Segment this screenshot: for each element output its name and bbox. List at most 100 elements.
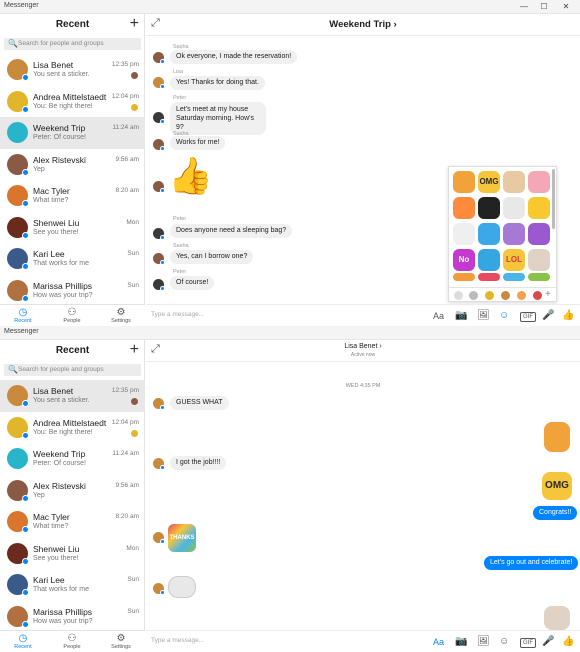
conversation-name: Kari Lee (33, 249, 65, 259)
sticker-item[interactable]: OMG (478, 171, 500, 193)
conversation-item[interactable]: Andrea Mittelstaedt You: Be right there!… (0, 412, 145, 444)
sticker-item[interactable] (478, 249, 500, 271)
camera-icon[interactable]: 📷 (455, 635, 467, 649)
sticker-scrollbar[interactable] (552, 169, 555, 229)
sticker-pack-tab[interactable] (501, 291, 510, 300)
conversation-time: Sun (127, 281, 139, 289)
nav-people[interactable]: ⚇ People (52, 633, 92, 650)
search-input[interactable]: 🔍 Search for people and groups (4, 364, 141, 376)
sticker-icon[interactable]: ☺ (499, 635, 509, 649)
like-icon[interactable]: 👍 (562, 309, 574, 323)
add-sticker-pack-icon[interactable]: + (545, 289, 551, 300)
message-bubble[interactable]: Yes! Thanks for doing that. (170, 76, 265, 90)
gif-icon[interactable]: GIF (520, 638, 536, 648)
sticker-pack-tab[interactable] (517, 291, 526, 300)
conversation-item-active[interactable]: Lisa Benet You sent a sticker. 12:35 pm (0, 380, 145, 412)
sticker-item[interactable] (503, 223, 525, 245)
sticker-recent-tab-icon[interactable] (454, 291, 463, 300)
nav-people[interactable]: ⚇ People (52, 307, 92, 324)
text-format-icon[interactable]: Aa (433, 309, 444, 323)
sticker-item[interactable] (503, 273, 525, 281)
conversation-item[interactable]: Marissa Phillips How was your trip? Sun (0, 275, 145, 307)
sticker-item[interactable]: LOL (503, 249, 525, 271)
sticker-item[interactable] (528, 197, 550, 219)
text-format-icon[interactable]: Aa (433, 635, 444, 649)
messenger-badge-icon (22, 231, 29, 239)
messenger-badge-icon (160, 235, 165, 240)
chat-title[interactable]: Weekend Trip › (146, 19, 580, 30)
search-input[interactable]: 🔍 Search for people and groups (4, 38, 141, 50)
sticker-item[interactable] (478, 273, 500, 281)
microphone-icon[interactable]: 🎤 (542, 635, 554, 649)
conversation-item[interactable]: Kari Lee That works for me Sun (0, 569, 145, 601)
conversation-item[interactable]: Kari Lee That works for me Sun (0, 243, 145, 275)
conversation-item[interactable]: Weekend Trip Peter: Of course! 11:24 am (0, 443, 145, 475)
sticker-item[interactable] (528, 223, 550, 245)
sticker-pack-tab[interactable] (469, 291, 478, 300)
sticker-message-omg[interactable]: OMG (542, 472, 572, 500)
sticker-item[interactable] (503, 197, 525, 219)
message-bubble[interactable]: Yes, can I borrow one? (170, 250, 254, 264)
nav-recent[interactable]: ◷ Recent (3, 633, 43, 650)
microphone-icon[interactable]: 🎤 (542, 309, 554, 323)
message-input[interactable]: Type a message... (151, 637, 204, 644)
sticker-item[interactable] (528, 171, 550, 193)
conversation-item[interactable]: Marissa Phillips How was your trip? Sun (0, 601, 145, 633)
people-icon: ⚇ (67, 307, 77, 318)
image-icon[interactable]: 🖼 (477, 309, 490, 323)
image-icon[interactable]: 🖼 (477, 635, 490, 649)
conversation-item[interactable]: Mac Tyler What time? 8:20 am (0, 506, 145, 538)
sticker-item[interactable] (453, 223, 475, 245)
sticker-item[interactable]: No (453, 249, 475, 271)
like-icon[interactable]: 👍 (562, 635, 574, 649)
conversation-item[interactable]: Lisa Benet You sent a sticker. 12:35 pm (0, 54, 145, 86)
nav-label: Recent (14, 318, 32, 324)
sticker-message[interactable] (544, 606, 570, 630)
sticker-pack-tab[interactable] (533, 291, 542, 300)
message-bubble[interactable]: Ok everyone, I made the reservation! (170, 50, 298, 64)
conversation-time: Mon (126, 544, 139, 552)
sticker-item[interactable] (453, 171, 475, 193)
gif-icon[interactable]: GIF (520, 312, 536, 322)
camera-icon[interactable]: 📷 (455, 309, 467, 323)
conversation-item[interactable]: Mac Tyler What time? 8:20 am (0, 180, 145, 212)
message-bubble[interactable]: I got the job!!!! (170, 456, 227, 470)
sticker-pack-tab[interactable] (485, 291, 494, 300)
maximize-button[interactable]: ☐ (536, 0, 552, 14)
conversation-item[interactable]: Andrea Mittelstaedt You: Be right there!… (0, 86, 145, 118)
conversation-item[interactable]: Shenwei Liu See you there! Mon (0, 212, 145, 244)
message-bubble[interactable]: Does anyone need a sleeping bag? (170, 224, 293, 238)
conversation-item-active[interactable]: Weekend Trip Peter: Of course! 11:24 am (0, 117, 145, 149)
sticker-message[interactable] (544, 422, 570, 452)
message-input[interactable]: Type a message... (151, 311, 204, 318)
sticker-item[interactable] (528, 249, 550, 271)
conversation-item[interactable]: Shenwei Liu See you there! Mon (0, 538, 145, 570)
message-bubble[interactable]: GUESS WHAT (170, 396, 229, 410)
compose-icon[interactable]: + (130, 15, 139, 33)
sticker-item[interactable] (478, 223, 500, 245)
nav-settings[interactable]: ⚙ Settings (101, 633, 141, 650)
conversation-item[interactable]: Alex Ristevski Yep 9:56 am (0, 149, 145, 181)
close-button[interactable]: ✕ (558, 0, 574, 14)
sticker-item[interactable] (478, 197, 500, 219)
sticker-item[interactable] (528, 273, 550, 281)
sticker-message[interactable] (168, 576, 196, 598)
minimize-button[interactable]: — (516, 0, 532, 14)
nav-settings[interactable]: ⚙ Settings (101, 307, 141, 324)
message-bubble[interactable]: Works for me! (170, 136, 226, 150)
messenger-badge-icon (160, 465, 165, 470)
conversation-preview: Peter: Of course! (33, 460, 86, 467)
chat-title[interactable]: Lisa Benet › (146, 343, 580, 350)
sticker-item[interactable] (503, 171, 525, 193)
sticker-icon[interactable]: ☺ (499, 309, 509, 323)
sticker-item[interactable] (453, 197, 475, 219)
conversation-item[interactable]: Alex Ristevski Yep 9:56 am (0, 475, 145, 507)
message-bubble[interactable]: Of course! (170, 276, 215, 290)
sticker-item[interactable] (453, 273, 475, 281)
compose-icon[interactable]: + (130, 341, 139, 359)
sticker-message-thanks[interactable]: THANKS (168, 524, 196, 552)
nav-recent[interactable]: ◷ Recent (3, 307, 43, 324)
message-bubble-outgoing[interactable]: Let's go out and celebrate! (484, 556, 579, 570)
message-bubble-outgoing[interactable]: Congrats!! (533, 506, 578, 520)
conversation-name: Alex Ristevski (33, 154, 86, 165)
